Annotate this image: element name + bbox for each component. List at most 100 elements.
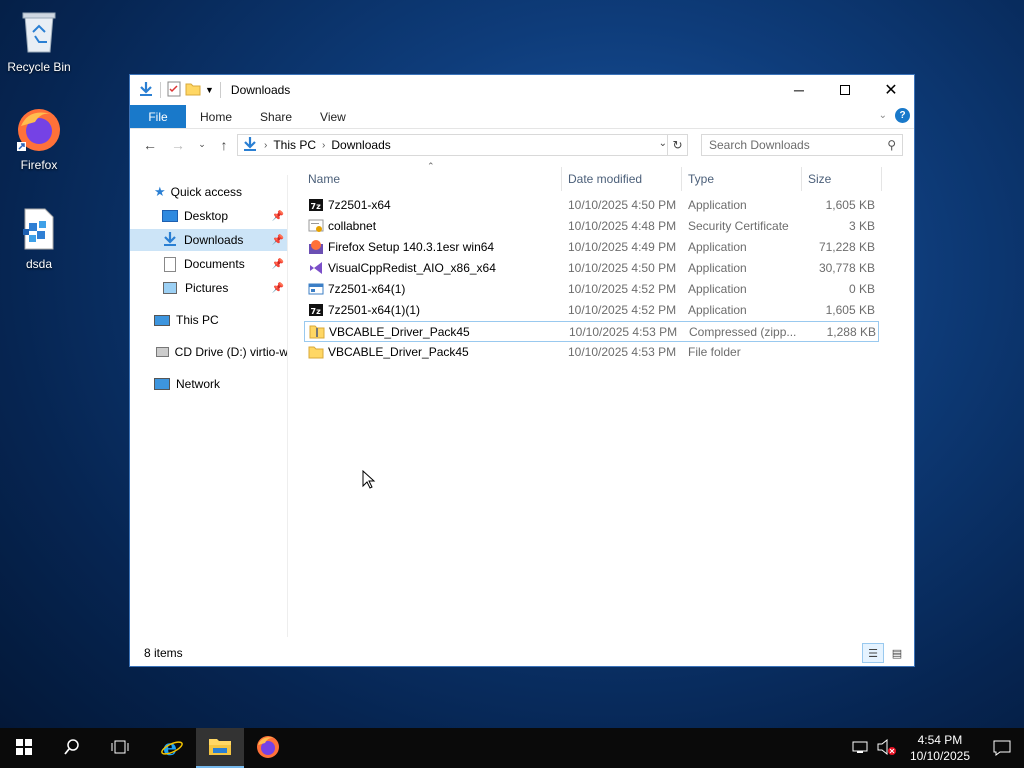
customize-toolbar-icon[interactable]: ▼ <box>205 85 214 95</box>
notifications-icon[interactable] <box>980 740 1024 756</box>
status-bar: 8 items ☰ ▤ <box>130 640 914 666</box>
file-name: 7z2501-x64 <box>328 198 391 212</box>
pin-icon: 📌 <box>271 258 284 270</box>
details-view-button[interactable]: ☰ <box>862 643 884 663</box>
item-count: 8 items <box>144 646 183 660</box>
nav-item-downloads[interactable]: Downloads 📌 <box>130 229 287 251</box>
file-size: 1,605 KB <box>825 303 875 317</box>
quick-access-toolbar: ▼ <box>130 81 223 100</box>
help-icon[interactable]: ? <box>895 108 910 123</box>
nav-item-label: Quick access <box>170 185 243 199</box>
7zip-icon: 7z <box>308 302 324 318</box>
nav-item-pictures[interactable]: Pictures 📌 <box>130 277 287 299</box>
nav-item-network[interactable]: Network <box>130 373 287 395</box>
nav-item-desktop[interactable]: Desktop 📌 <box>130 205 287 227</box>
file-name: 7z2501-x64(1)(1) <box>328 303 421 317</box>
refresh-icon[interactable]: ↻ <box>667 135 687 155</box>
back-button[interactable]: ← <box>138 137 162 153</box>
taskbar: e 4:54 PM 10/10/2025 <box>0 728 1024 768</box>
internet-explorer-icon: e <box>160 735 184 762</box>
nav-item-documents[interactable]: Documents 📌 <box>130 253 287 275</box>
file-date: 10/10/2025 4:50 PM <box>568 261 677 275</box>
table-row[interactable]: VBCABLE_Driver_Pack45 10/10/2025 4:53 PM… <box>304 342 879 363</box>
table-row[interactable]: collabnet 10/10/2025 4:48 PM Security Ce… <box>304 216 879 237</box>
nav-item-label: CD Drive (D:) virtio-w <box>174 345 288 359</box>
file-explorer-window: ▼ Downloads ─ ✕ File Home Share View ⌄ ?… <box>129 74 915 667</box>
network-status-icon[interactable] <box>852 740 868 757</box>
forward-button[interactable]: → <box>166 137 190 153</box>
desktop-icon-label: dsda <box>25 257 53 271</box>
table-row[interactable]: VBCABLE_Driver_Pack45 10/10/2025 4:53 PM… <box>304 321 879 342</box>
tab-home[interactable]: Home <box>186 105 246 128</box>
visual-studio-icon <box>308 260 324 276</box>
nav-item-this-pc[interactable]: This PC <box>130 309 287 331</box>
breadcrumb-this-pc[interactable]: This PC <box>273 138 316 152</box>
close-button[interactable]: ✕ <box>868 75 914 104</box>
zip-folder-icon <box>309 324 325 340</box>
properties-icon[interactable] <box>167 81 181 100</box>
firefox-installer-icon <box>308 239 324 255</box>
recent-locations-icon[interactable]: ⌄ <box>190 139 214 150</box>
desktop-icon-recycle-bin[interactable]: Recycle Bin <box>1 8 77 74</box>
large-icons-view-button[interactable]: ▤ <box>886 643 908 663</box>
file-name: 7z2501-x64(1) <box>328 282 406 296</box>
file-size: 1,288 KB <box>826 325 876 339</box>
column-header-size[interactable]: Size <box>802 167 882 191</box>
table-row[interactable]: VisualCppRedist_AIO_x86_x64 10/10/2025 4… <box>304 258 879 279</box>
new-folder-icon[interactable] <box>185 82 201 99</box>
nav-item-quick-access[interactable]: ★ Quick access <box>130 181 287 203</box>
table-row[interactable]: 7z2501-x64(1) 10/10/2025 4:52 PM Applica… <box>304 279 879 300</box>
file-size: 71,228 KB <box>818 240 875 254</box>
nav-item-label: Documents <box>184 257 245 271</box>
taskbar-firefox[interactable] <box>244 728 292 768</box>
breadcrumb-separator-icon[interactable]: › <box>264 140 267 151</box>
address-bar[interactable]: › This PC › Downloads ⌄ ↻ <box>237 134 688 156</box>
column-header-name[interactable]: Name <box>304 167 562 191</box>
minimize-button[interactable]: ─ <box>776 75 822 104</box>
clock[interactable]: 4:54 PM 10/10/2025 <box>910 732 970 764</box>
ribbon-tabs: File Home Share View ⌄ ? <box>130 105 914 129</box>
file-type: Security Certificate <box>688 219 789 233</box>
search-input[interactable]: Search Downloads ⚲ <box>701 134 903 156</box>
file-size: 3 KB <box>848 219 875 233</box>
breadcrumb-separator-icon[interactable]: › <box>322 140 325 151</box>
file-name: VBCABLE_Driver_Pack45 <box>328 345 469 359</box>
tab-file[interactable]: File <box>130 105 186 128</box>
column-header-date-modified[interactable]: Date modified <box>562 167 682 191</box>
table-row[interactable]: Firefox Setup 140.3.1esr win64 10/10/202… <box>304 237 879 258</box>
file-type: Application <box>688 282 747 296</box>
close-icon: ✕ <box>884 81 898 99</box>
title-bar[interactable]: ▼ Downloads ─ ✕ <box>130 75 914 105</box>
system-tray: 4:54 PM 10/10/2025 <box>852 728 1024 768</box>
pin-icon: 📌 <box>271 210 284 222</box>
table-row[interactable]: 7z 7z2501-x64 10/10/2025 4:50 PM Applica… <box>304 195 879 216</box>
up-button[interactable]: ↑ <box>212 137 236 153</box>
desktop-icon-firefox[interactable]: Firefox <box>1 106 77 172</box>
maximize-button[interactable] <box>822 75 868 104</box>
search-button[interactable] <box>48 728 96 768</box>
nav-item-cd-drive[interactable]: CD Drive (D:) virtio-w <box>130 341 288 363</box>
task-view-button[interactable] <box>96 728 144 768</box>
desktop-icon-dsda[interactable]: dsda <box>1 205 77 271</box>
breadcrumb-downloads[interactable]: Downloads <box>331 138 390 152</box>
start-button[interactable] <box>0 728 48 768</box>
taskbar-file-explorer[interactable] <box>196 728 244 768</box>
download-arrow-icon <box>242 136 258 155</box>
address-dropdown-icon[interactable]: ⌄ <box>659 138 667 149</box>
network-icon <box>154 378 170 390</box>
folder-icon <box>308 344 324 360</box>
expand-ribbon-icon[interactable]: ⌄ <box>879 110 887 121</box>
document-icon <box>164 256 176 272</box>
tab-view[interactable]: View <box>306 105 360 128</box>
volume-muted-icon[interactable] <box>876 738 896 758</box>
column-header-type[interactable]: Type <box>682 167 802 191</box>
table-row[interactable]: 7z 7z2501-x64(1)(1) 10/10/2025 4:52 PM A… <box>304 300 879 321</box>
file-size: 30,778 KB <box>818 261 875 275</box>
firefox-icon <box>255 734 281 763</box>
application-icon <box>308 281 324 297</box>
tab-share[interactable]: Share <box>246 105 306 128</box>
file-date: 10/10/2025 4:53 PM <box>568 345 677 359</box>
file-date: 10/10/2025 4:48 PM <box>568 219 677 233</box>
svg-text:7z: 7z <box>311 202 322 211</box>
taskbar-internet-explorer[interactable]: e <box>148 728 196 768</box>
